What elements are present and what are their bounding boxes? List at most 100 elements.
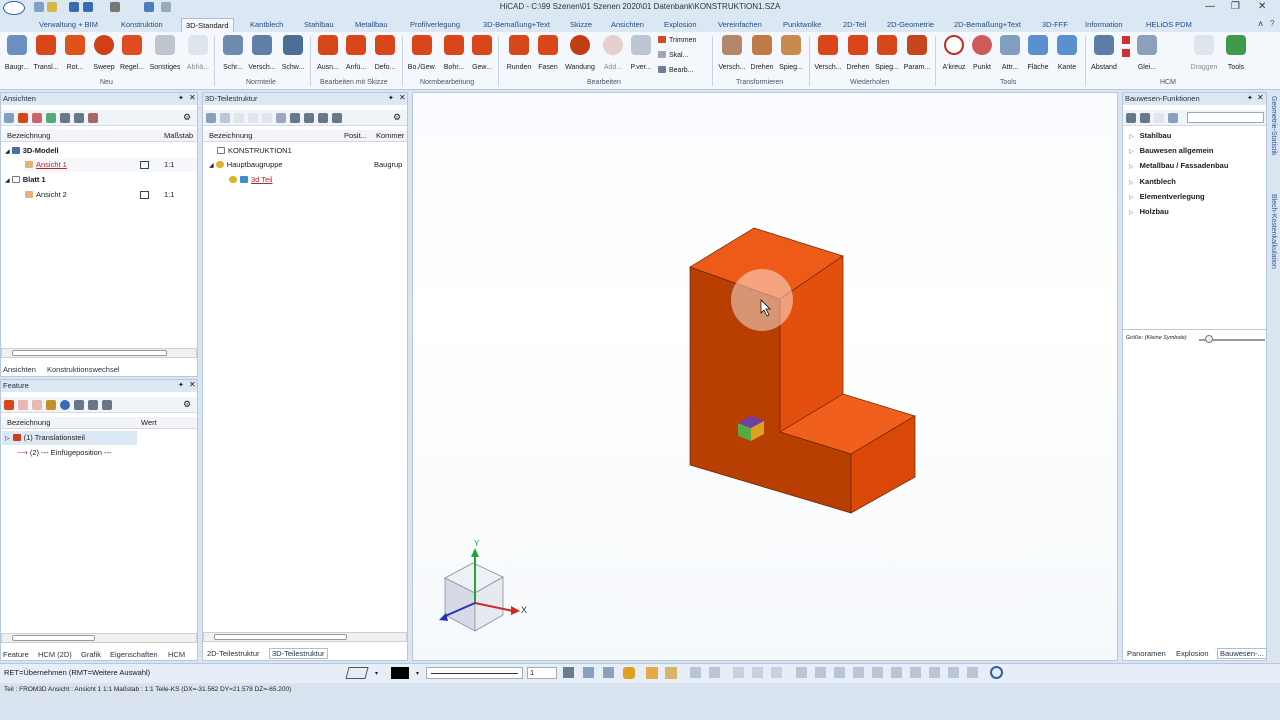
- search-icon[interactable]: [206, 113, 216, 123]
- runden-button[interactable]: Runden: [503, 35, 535, 75]
- tree-row-blatt-1[interactable]: ◢ Blatt 1: [5, 173, 46, 187]
- scroll-thumb[interactable]: [12, 350, 167, 356]
- view-icon-9[interactable]: [853, 667, 864, 678]
- tab-hcm[interactable]: HCM: [168, 650, 185, 659]
- pver-button[interactable]: P.ver...: [627, 35, 655, 75]
- blank-icon[interactable]: [1154, 113, 1164, 123]
- parametrisch-button[interactable]: Param...: [902, 35, 932, 75]
- view-refresh-icon[interactable]: [46, 113, 56, 123]
- gewinde-button[interactable]: Gew...: [469, 35, 495, 75]
- regelflaeche-button[interactable]: Regel...: [118, 35, 146, 75]
- bauwesen-item-holzbau[interactable]: ▷ Holzbau: [1129, 205, 1169, 219]
- bohrung-gewinde-button[interactable]: Bo./Gew.: [405, 35, 439, 75]
- drehen-button[interactable]: Drehen: [748, 35, 776, 75]
- translation-button[interactable]: Transl...: [32, 35, 60, 75]
- tab-3d-teilestruktur[interactable]: 3D-Teilestruktur: [269, 648, 328, 659]
- pin-icon[interactable]: ✦: [178, 381, 184, 389]
- view-icon-7[interactable]: [815, 667, 826, 678]
- tab-verwaltung-bim[interactable]: Verwaltung + BIM: [39, 18, 98, 32]
- layer-icon[interactable]: [345, 667, 369, 679]
- doc-icon[interactable]: [276, 113, 286, 123]
- feature-e-icon[interactable]: [60, 400, 70, 410]
- restore-icon[interactable]: ❐: [1231, 1, 1240, 12]
- view-icon-6[interactable]: [796, 667, 807, 678]
- view-down-icon[interactable]: [18, 113, 28, 123]
- side-tab-blech-kostenkalkulation[interactable]: Blech-Kostenkalkulation: [1270, 194, 1277, 269]
- sort-2-icon[interactable]: [1140, 113, 1150, 123]
- tab-stahlbau[interactable]: Stahlbau: [304, 18, 334, 32]
- chevron-down-icon[interactable]: ▾: [416, 670, 419, 677]
- pin-icon[interactable]: ✦: [1247, 94, 1253, 102]
- tab-helios-pdm[interactable]: HELiOS PDM: [1146, 18, 1192, 32]
- scroll-thumb[interactable]: [12, 635, 95, 641]
- size-slider-thumb[interactable]: [1205, 335, 1213, 343]
- 3d-viewport[interactable]: Y X: [412, 92, 1118, 661]
- grid-icon[interactable]: [603, 667, 614, 678]
- help-icon[interactable]: ?: [1270, 19, 1274, 28]
- feature-folder-icon[interactable]: [46, 400, 56, 410]
- close-panel-icon[interactable]: ✕: [1257, 93, 1264, 102]
- hcm-constraint-icon[interactable]: [1122, 36, 1130, 44]
- filter-icon[interactable]: [220, 113, 230, 123]
- tab-2d-bemassung-text[interactable]: 2D-Bemaßung+Text: [954, 18, 1021, 32]
- kante-button[interactable]: Kante: [1053, 35, 1081, 75]
- search-icon[interactable]: [1168, 113, 1178, 123]
- close-panel-icon[interactable]: ✕: [189, 380, 196, 389]
- tab-explosion-panel[interactable]: Explosion: [1176, 649, 1209, 658]
- expand-icon[interactable]: ▷: [1129, 149, 1134, 155]
- tools-button[interactable]: Tools: [1222, 35, 1250, 75]
- schweissen-button[interactable]: Schw...: [279, 35, 307, 75]
- skalieren-button[interactable]: Skal...: [658, 51, 688, 59]
- sort-icon[interactable]: [74, 400, 84, 410]
- feature-hscroll[interactable]: [1, 633, 197, 643]
- rotation-button[interactable]: Rot...: [63, 35, 87, 75]
- view-icon-8[interactable]: [834, 667, 845, 678]
- settings-gear-icon[interactable]: ⚙: [183, 112, 191, 123]
- spiegeln-kopie-button[interactable]: Spieg...: [873, 35, 901, 75]
- pin-icon[interactable]: ✦: [178, 94, 184, 102]
- teilestruktur-hscroll[interactable]: [203, 632, 407, 642]
- feature-down-icon[interactable]: [32, 400, 42, 410]
- tree-row-3d-teil[interactable]: 3d Teil: [229, 173, 273, 187]
- expand-icon[interactable]: ▷: [1129, 195, 1134, 201]
- paste-icon[interactable]: [262, 113, 272, 123]
- draggen-button[interactable]: Draggen: [1186, 35, 1222, 75]
- deformieren-button[interactable]: Defo...: [371, 35, 399, 75]
- collapse-ribbon-icon[interactable]: ˄: [1258, 19, 1263, 29]
- attribute-button[interactable]: Attr...: [997, 35, 1023, 75]
- sort-4-icon[interactable]: [332, 113, 342, 123]
- expand-icon[interactable]: ▷: [1129, 210, 1134, 216]
- tab-2d-teilestruktur[interactable]: 2D-Teilestruktur: [207, 649, 260, 658]
- bauwesen-search-input[interactable]: [1187, 112, 1264, 123]
- view-icon-13[interactable]: [929, 667, 940, 678]
- side-tab-geometrie-statistik[interactable]: Geometrie-Statistik: [1270, 96, 1277, 156]
- tab-panoramen[interactable]: Panoramen: [1127, 649, 1166, 658]
- bauwesen-item-stahlbau[interactable]: ▷ Stahlbau: [1129, 129, 1171, 143]
- tree-row-hauptbaugruppe[interactable]: ◢ Hauptbaugruppe Baugrup: [209, 158, 405, 172]
- tree-row-ansicht-2[interactable]: Ansicht 2 1:1: [25, 188, 197, 202]
- gleichung-button[interactable]: Glei...: [1134, 35, 1160, 75]
- tab-3d-fff[interactable]: 3D-FFF: [1042, 18, 1068, 32]
- expand-icon[interactable]: ▷: [1129, 134, 1134, 140]
- punkt-button[interactable]: Punkt: [969, 35, 995, 75]
- sort-icon[interactable]: [60, 113, 70, 123]
- view-icon-12[interactable]: [910, 667, 921, 678]
- bearbeiten-button[interactable]: Bearb...: [658, 66, 694, 74]
- close-panel-icon[interactable]: ✕: [399, 93, 406, 102]
- view-icon-1[interactable]: [690, 667, 701, 678]
- tab-vereinfachen[interactable]: Vereinfachen: [718, 18, 762, 32]
- chevron-down-icon[interactable]: ▾: [375, 670, 378, 677]
- tab-information[interactable]: Information: [1085, 18, 1123, 32]
- verschieben-button[interactable]: Versch...: [716, 35, 748, 75]
- render-mode-2-icon[interactable]: [665, 667, 677, 679]
- tab-kantblech[interactable]: Kantblech: [250, 18, 283, 32]
- expand-icon[interactable]: ◢: [5, 178, 10, 184]
- bauwesen-item-elementverlegung[interactable]: ▷ Elementverlegung: [1129, 190, 1205, 204]
- scroll-thumb[interactable]: [214, 634, 347, 640]
- render-shaded-icon[interactable]: [623, 667, 635, 679]
- flaeche-button[interactable]: Fläche: [1024, 35, 1052, 75]
- tab-metallbau[interactable]: Metallbau: [355, 18, 388, 32]
- verschieben-kopie-button[interactable]: Versch...: [813, 35, 843, 75]
- baugruppe-button[interactable]: Baugr...: [4, 35, 30, 75]
- sort-3-icon[interactable]: [102, 400, 112, 410]
